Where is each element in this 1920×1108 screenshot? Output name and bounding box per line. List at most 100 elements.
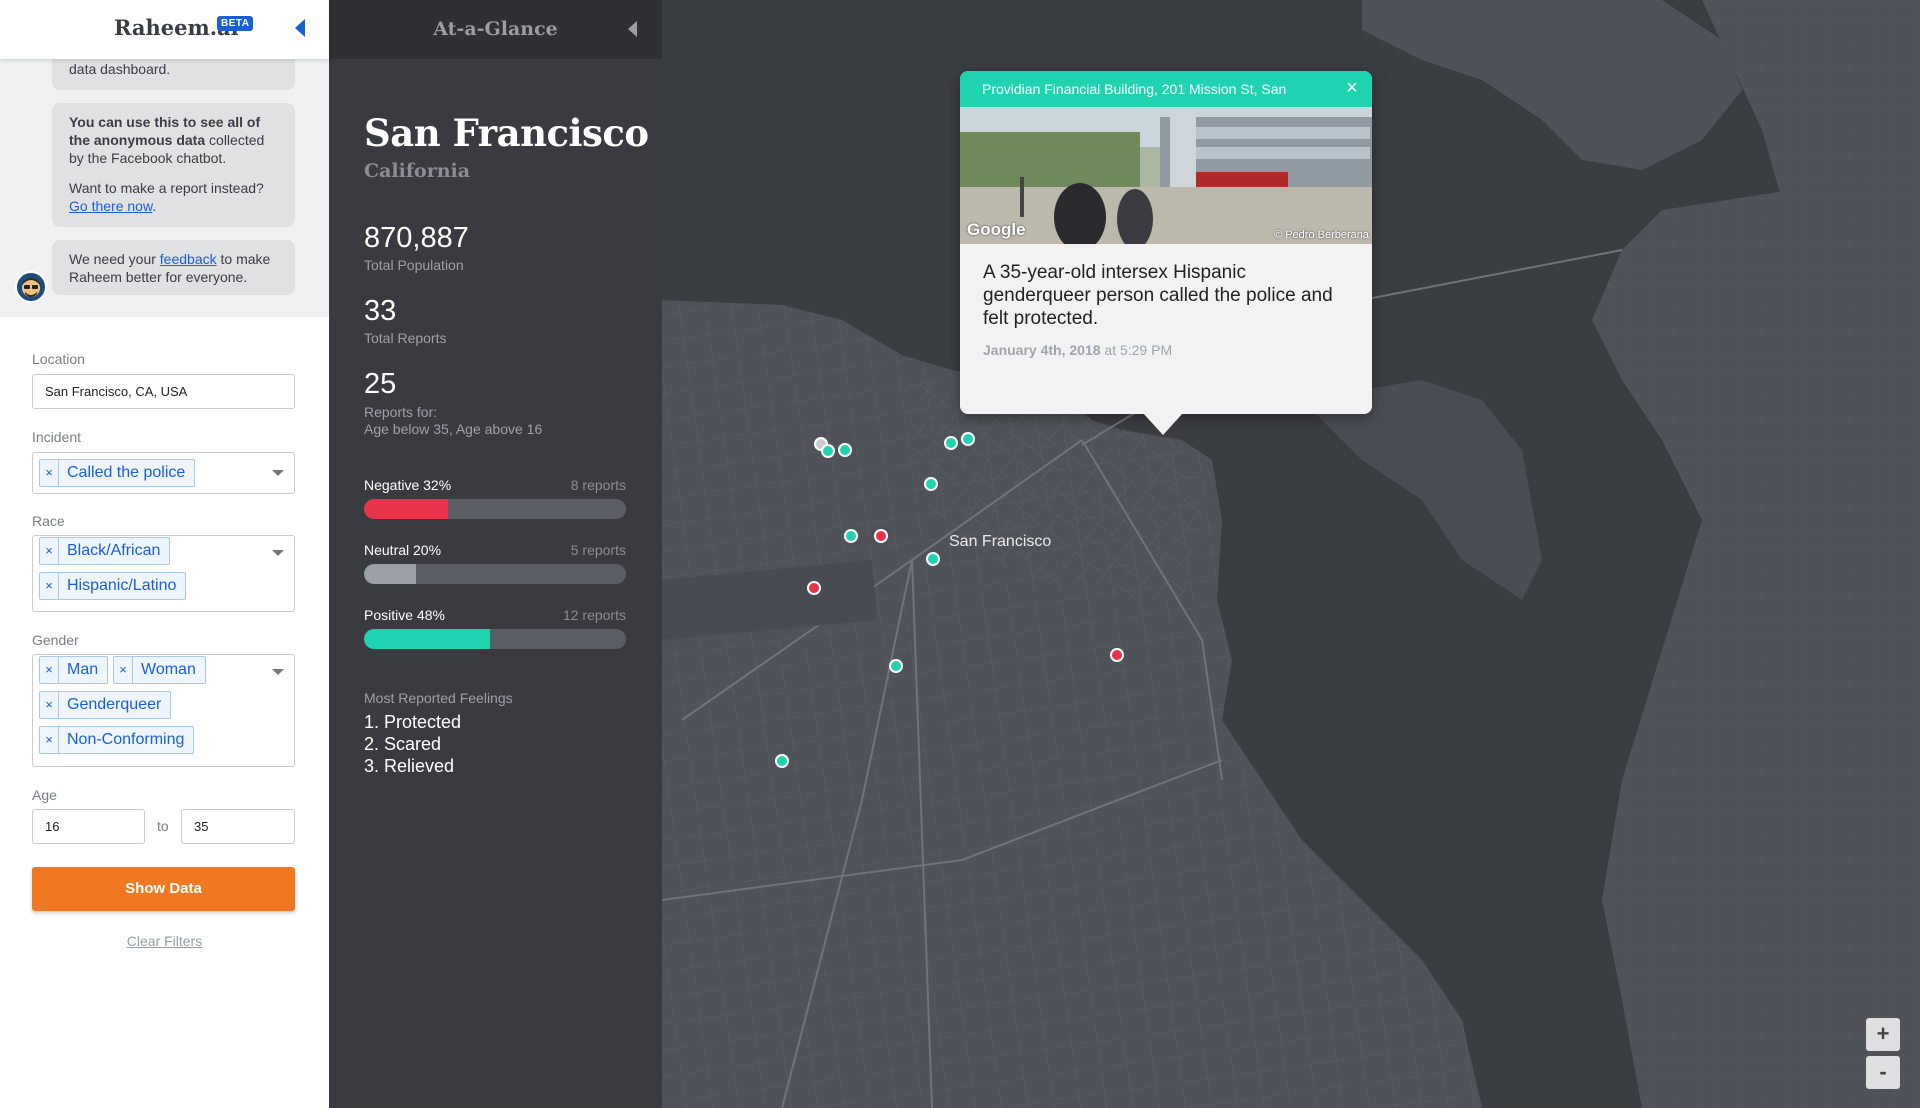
gender-tag[interactable]: × Non-Conforming: [39, 726, 195, 754]
age-to-label: to: [157, 818, 169, 834]
feedback-link[interactable]: feedback: [160, 251, 217, 267]
location-label: Location: [32, 351, 85, 367]
race-tag[interactable]: × Black/African: [39, 537, 171, 565]
positive-count: 12 reports: [562, 607, 626, 623]
remove-tag-icon[interactable]: ×: [40, 727, 59, 753]
positive-report-marker[interactable]: [924, 477, 938, 491]
street-grid-east-bay: [1592, 170, 1920, 1108]
chat-bubble: You can use this to see all of the anony…: [52, 103, 295, 227]
popup-header: Providian Financial Building, 201 Missio…: [960, 71, 1372, 107]
positive-bar: [364, 629, 626, 649]
bot-avatar: [15, 271, 47, 303]
incident-select[interactable]: × Called the police: [32, 452, 295, 494]
race-tag[interactable]: × Hispanic/Latino: [39, 572, 187, 600]
positive-report-marker[interactable]: [961, 432, 975, 446]
location-input[interactable]: [33, 375, 294, 408]
collapse-left-panel-button[interactable]: [293, 17, 307, 39]
chat-text: .: [152, 198, 157, 214]
dropdown-caret-icon[interactable]: [272, 550, 284, 556]
clear-filters-link[interactable]: Clear Filters: [0, 933, 329, 949]
tag-label: Non-Conforming: [67, 731, 185, 748]
popup-address: Providian Financial Building, 201 Missio…: [982, 81, 1287, 97]
street-view-photo[interactable]: Google © Pedro Berberana: [960, 107, 1372, 244]
collapse-glance-panel-button[interactable]: [626, 19, 638, 44]
positive-report-marker[interactable]: [838, 443, 852, 457]
neutral-count: 5 reports: [570, 542, 626, 558]
report-link[interactable]: Go there now: [69, 198, 152, 214]
gender-select[interactable]: × Man × Woman × Genderqueer × Non-Confor…: [32, 654, 295, 767]
negative-bar-fill: [364, 499, 448, 519]
popup-timestamp: January 4th, 2018 at 5:29 PM: [983, 342, 1172, 358]
filtered-reports-label: Reports for: Age below 35, Age above 16: [364, 404, 542, 438]
zoom-out-button[interactable]: -: [1866, 1056, 1900, 1089]
popup-date: January 4th, 2018: [983, 342, 1101, 358]
remove-tag-icon[interactable]: ×: [40, 657, 59, 683]
dropdown-caret-icon[interactable]: [272, 470, 284, 476]
popup-report-text: A 35-year-old intersex Hispanic genderqu…: [983, 262, 1333, 329]
close-popup-button[interactable]: ×: [1341, 77, 1363, 99]
feeling-item: 3. Relieved: [364, 756, 455, 776]
chat-area[interactable]: data dashboard. You can use this to see …: [0, 59, 329, 317]
gender-tag[interactable]: × Genderqueer: [39, 691, 172, 719]
positive-report-marker[interactable]: [821, 444, 835, 458]
race-label: Race: [32, 513, 65, 529]
tag-label: Woman: [141, 661, 196, 678]
chat-text: We need your: [69, 251, 160, 267]
incident-tag[interactable]: × Called the police: [39, 459, 196, 487]
negative-report-marker[interactable]: [807, 581, 821, 595]
neutral-bar-fill: [364, 564, 417, 584]
race-select[interactable]: × Black/African × Hispanic/Latino: [32, 535, 295, 612]
negative-count: 8 reports: [570, 477, 626, 493]
show-data-button[interactable]: Show Data: [32, 867, 295, 911]
age-min-input[interactable]: [33, 810, 144, 843]
remove-tag-icon[interactable]: ×: [40, 692, 59, 718]
positive-report-marker[interactable]: [889, 659, 903, 673]
remove-tag-icon[interactable]: ×: [40, 573, 59, 599]
negative-label: Negative 32%: [364, 477, 452, 493]
location-field[interactable]: [32, 374, 295, 409]
remove-tag-icon[interactable]: ×: [40, 538, 59, 564]
dropdown-caret-icon[interactable]: [272, 669, 284, 675]
age-min-field[interactable]: [32, 809, 145, 844]
positive-report-marker[interactable]: [944, 436, 958, 450]
gender-tag[interactable]: × Man: [39, 656, 109, 684]
map-view[interactable]: San Francisco Providian Financial Buildi…: [662, 0, 1920, 1108]
land-north: [1362, 0, 1742, 170]
panel-title: At-a-Glance: [433, 18, 558, 40]
negative-report-marker[interactable]: [1110, 648, 1124, 662]
age-label: Age: [32, 787, 57, 803]
positive-report-marker[interactable]: [926, 552, 940, 566]
zoom-in-button[interactable]: +: [1866, 1018, 1900, 1051]
positive-report-marker[interactable]: [775, 754, 789, 768]
filtered-reports-value: 25: [364, 368, 397, 400]
chat-text: data dashboard.: [69, 61, 171, 77]
remove-tag-icon[interactable]: ×: [40, 460, 59, 486]
neutral-label: Neutral 20%: [364, 542, 442, 558]
negative-report-marker[interactable]: [874, 529, 888, 543]
total-reports-label: Total Reports: [364, 330, 447, 346]
gender-tag[interactable]: × Woman: [113, 656, 206, 684]
neutral-bar: [364, 564, 626, 584]
panel-header: At-a-Glance: [329, 0, 662, 59]
tag-label: Called the police: [67, 464, 186, 481]
feelings-title: Most Reported Feelings: [364, 690, 513, 706]
positive-report-marker[interactable]: [844, 529, 858, 543]
population-label: Total Population: [364, 257, 464, 273]
incident-label: Incident: [32, 429, 82, 445]
age-max-input[interactable]: [182, 810, 294, 843]
gender-label: Gender: [32, 632, 79, 648]
bot-avatar-icon: [22, 278, 40, 297]
chat-bubble: data dashboard.: [52, 59, 295, 90]
feeling-item: 1. Protected: [364, 712, 462, 732]
chevron-left-icon: [628, 21, 637, 37]
chat-text: Want to make a report instead?: [69, 180, 264, 196]
tag-label: Black/African: [67, 542, 161, 559]
age-max-field[interactable]: [181, 809, 295, 844]
at-a-glance-panel: At-a-Glance San Francisco California 870…: [329, 0, 662, 1108]
popup-time: at 5:29 PM: [1100, 342, 1173, 358]
tag-label: Hispanic/Latino: [67, 577, 177, 594]
remove-tag-icon[interactable]: ×: [114, 657, 133, 683]
filtered-label-line: Reports for:: [364, 404, 438, 420]
beta-badge: BETA: [217, 16, 254, 31]
popup-pointer: [1143, 413, 1183, 435]
